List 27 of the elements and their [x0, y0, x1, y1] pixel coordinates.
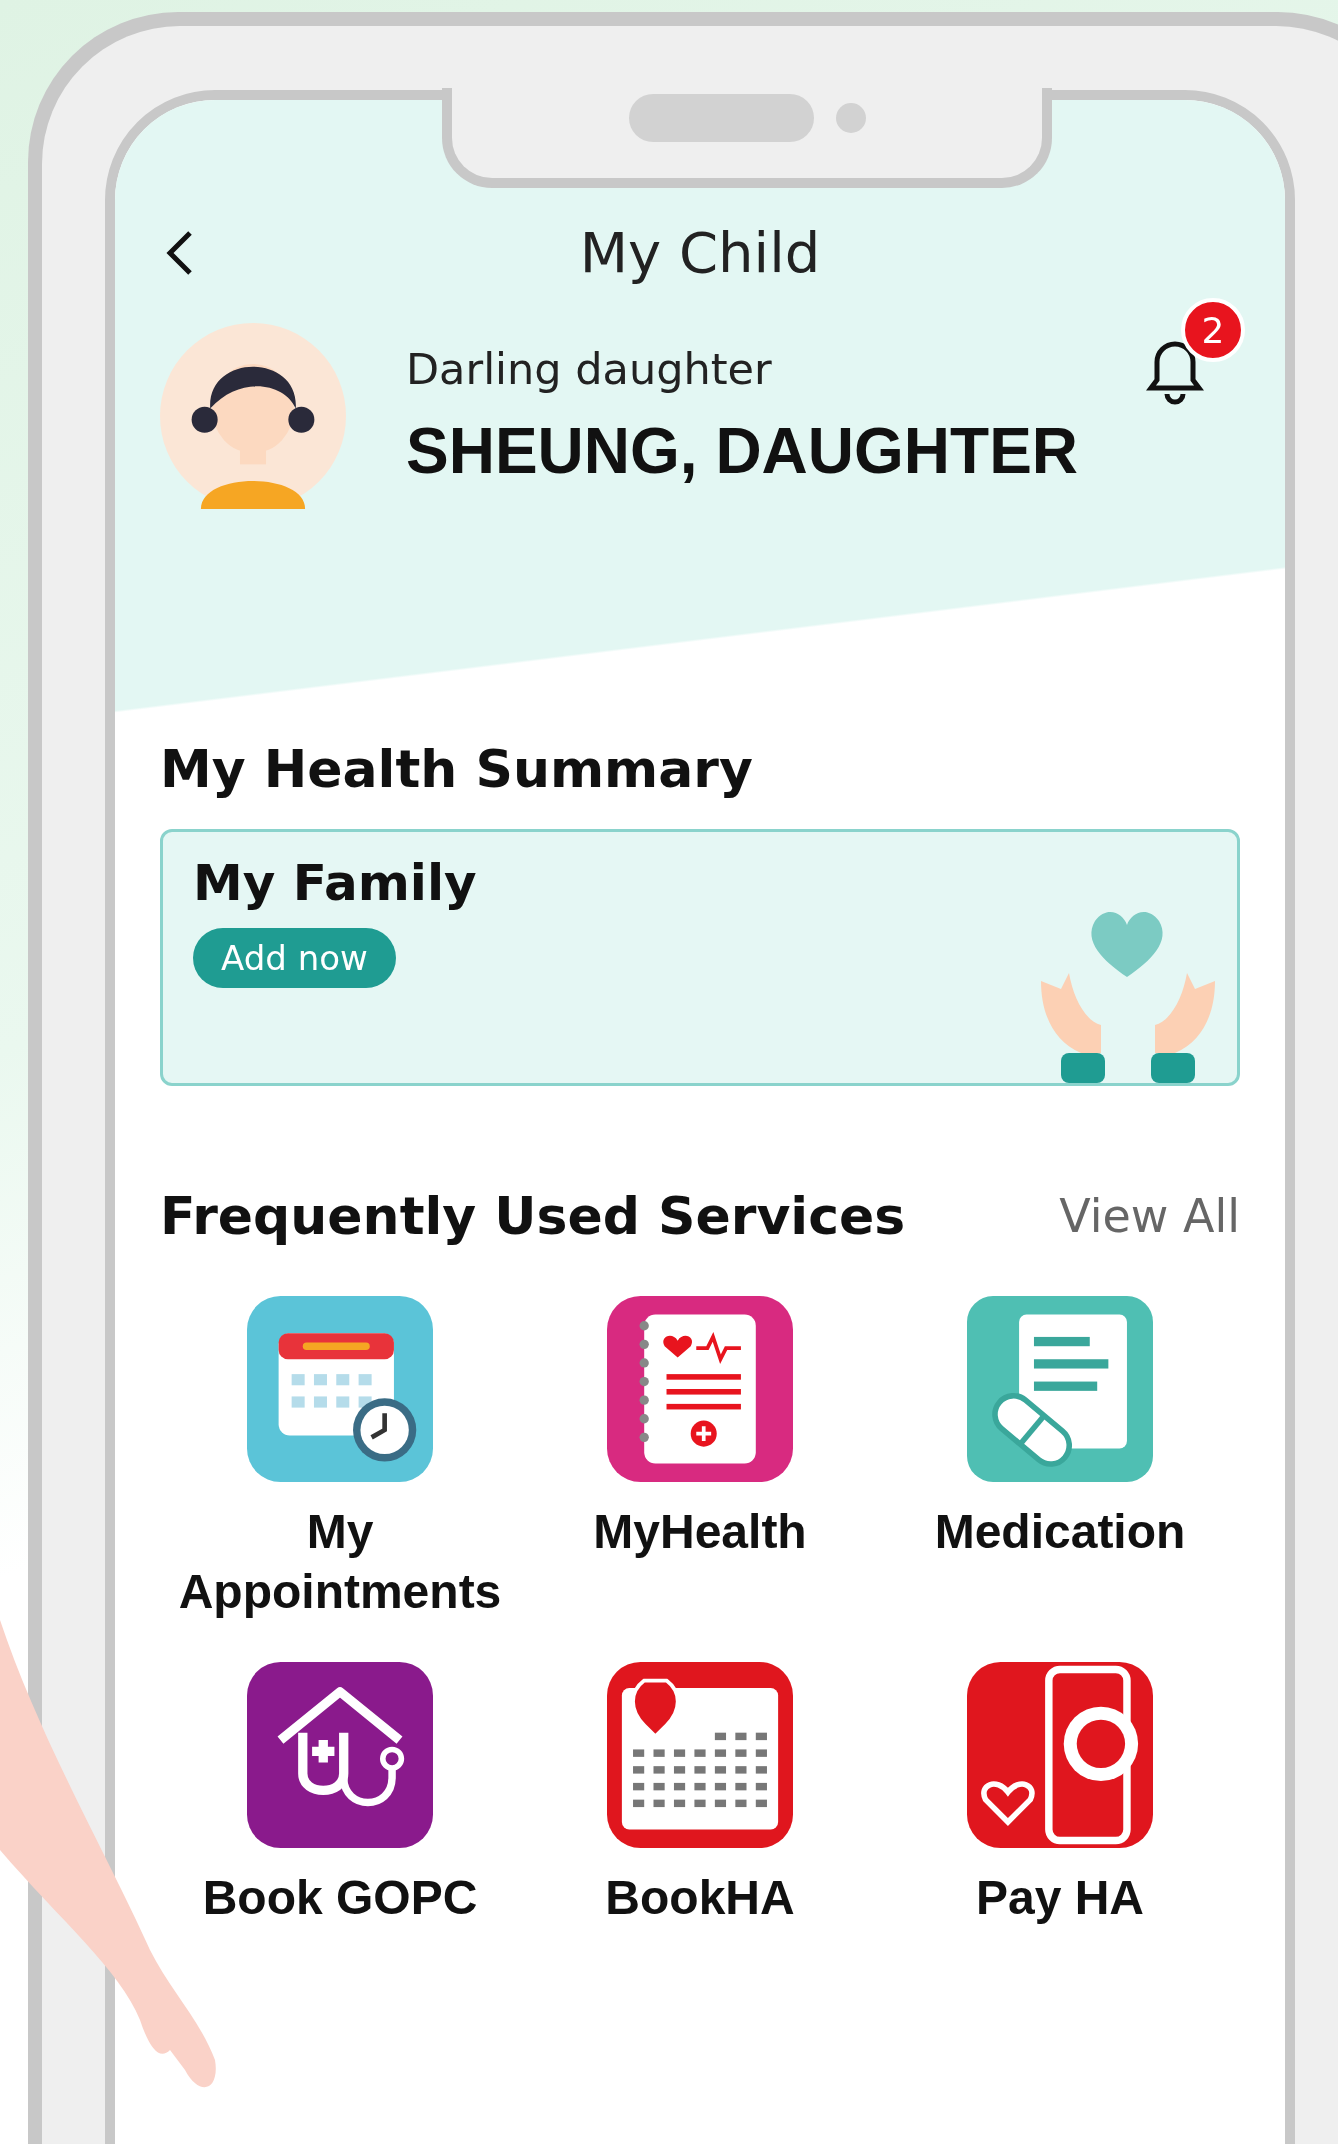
page-title: My Child [578, 220, 822, 285]
service-label: BookHA [604, 1870, 796, 1926]
relation-label: Darling daughter [406, 344, 773, 394]
card-title: My Family [193, 854, 477, 912]
service-tile[interactable] [607, 1296, 793, 1482]
patient-name: SHEUNG, DAUGHTER [406, 414, 1079, 488]
service-label: Pay HA [974, 1870, 1146, 1926]
service-tile[interactable] [247, 1296, 433, 1482]
service-label: Medication [933, 1504, 1187, 1560]
calendar-grid-icon [607, 1662, 793, 1848]
service-tile[interactable] [967, 1296, 1153, 1482]
prescription-pill-icon [967, 1296, 1153, 1482]
service-tile[interactable] [967, 1662, 1153, 1848]
service-tile[interactable] [247, 1662, 433, 1848]
service-label: Book GOPC [201, 1870, 479, 1926]
health-notebook-icon [607, 1296, 793, 1482]
add-now-button[interactable]: Add now [193, 928, 396, 988]
view-all-link[interactable]: View All [1059, 1189, 1240, 1243]
service-label: MyHealth [592, 1504, 808, 1560]
section-heading: My Health Summary [160, 739, 754, 799]
notification-badge: 2 [1181, 298, 1245, 362]
house-stethoscope-icon [247, 1662, 433, 1848]
service-label: My Appointments [177, 1504, 503, 1620]
section-heading: Frequently Used Services [160, 1186, 906, 1246]
phone-payment-icon [967, 1662, 1153, 1848]
service-tile[interactable] [607, 1662, 793, 1848]
calendar-clock-icon [247, 1296, 433, 1482]
